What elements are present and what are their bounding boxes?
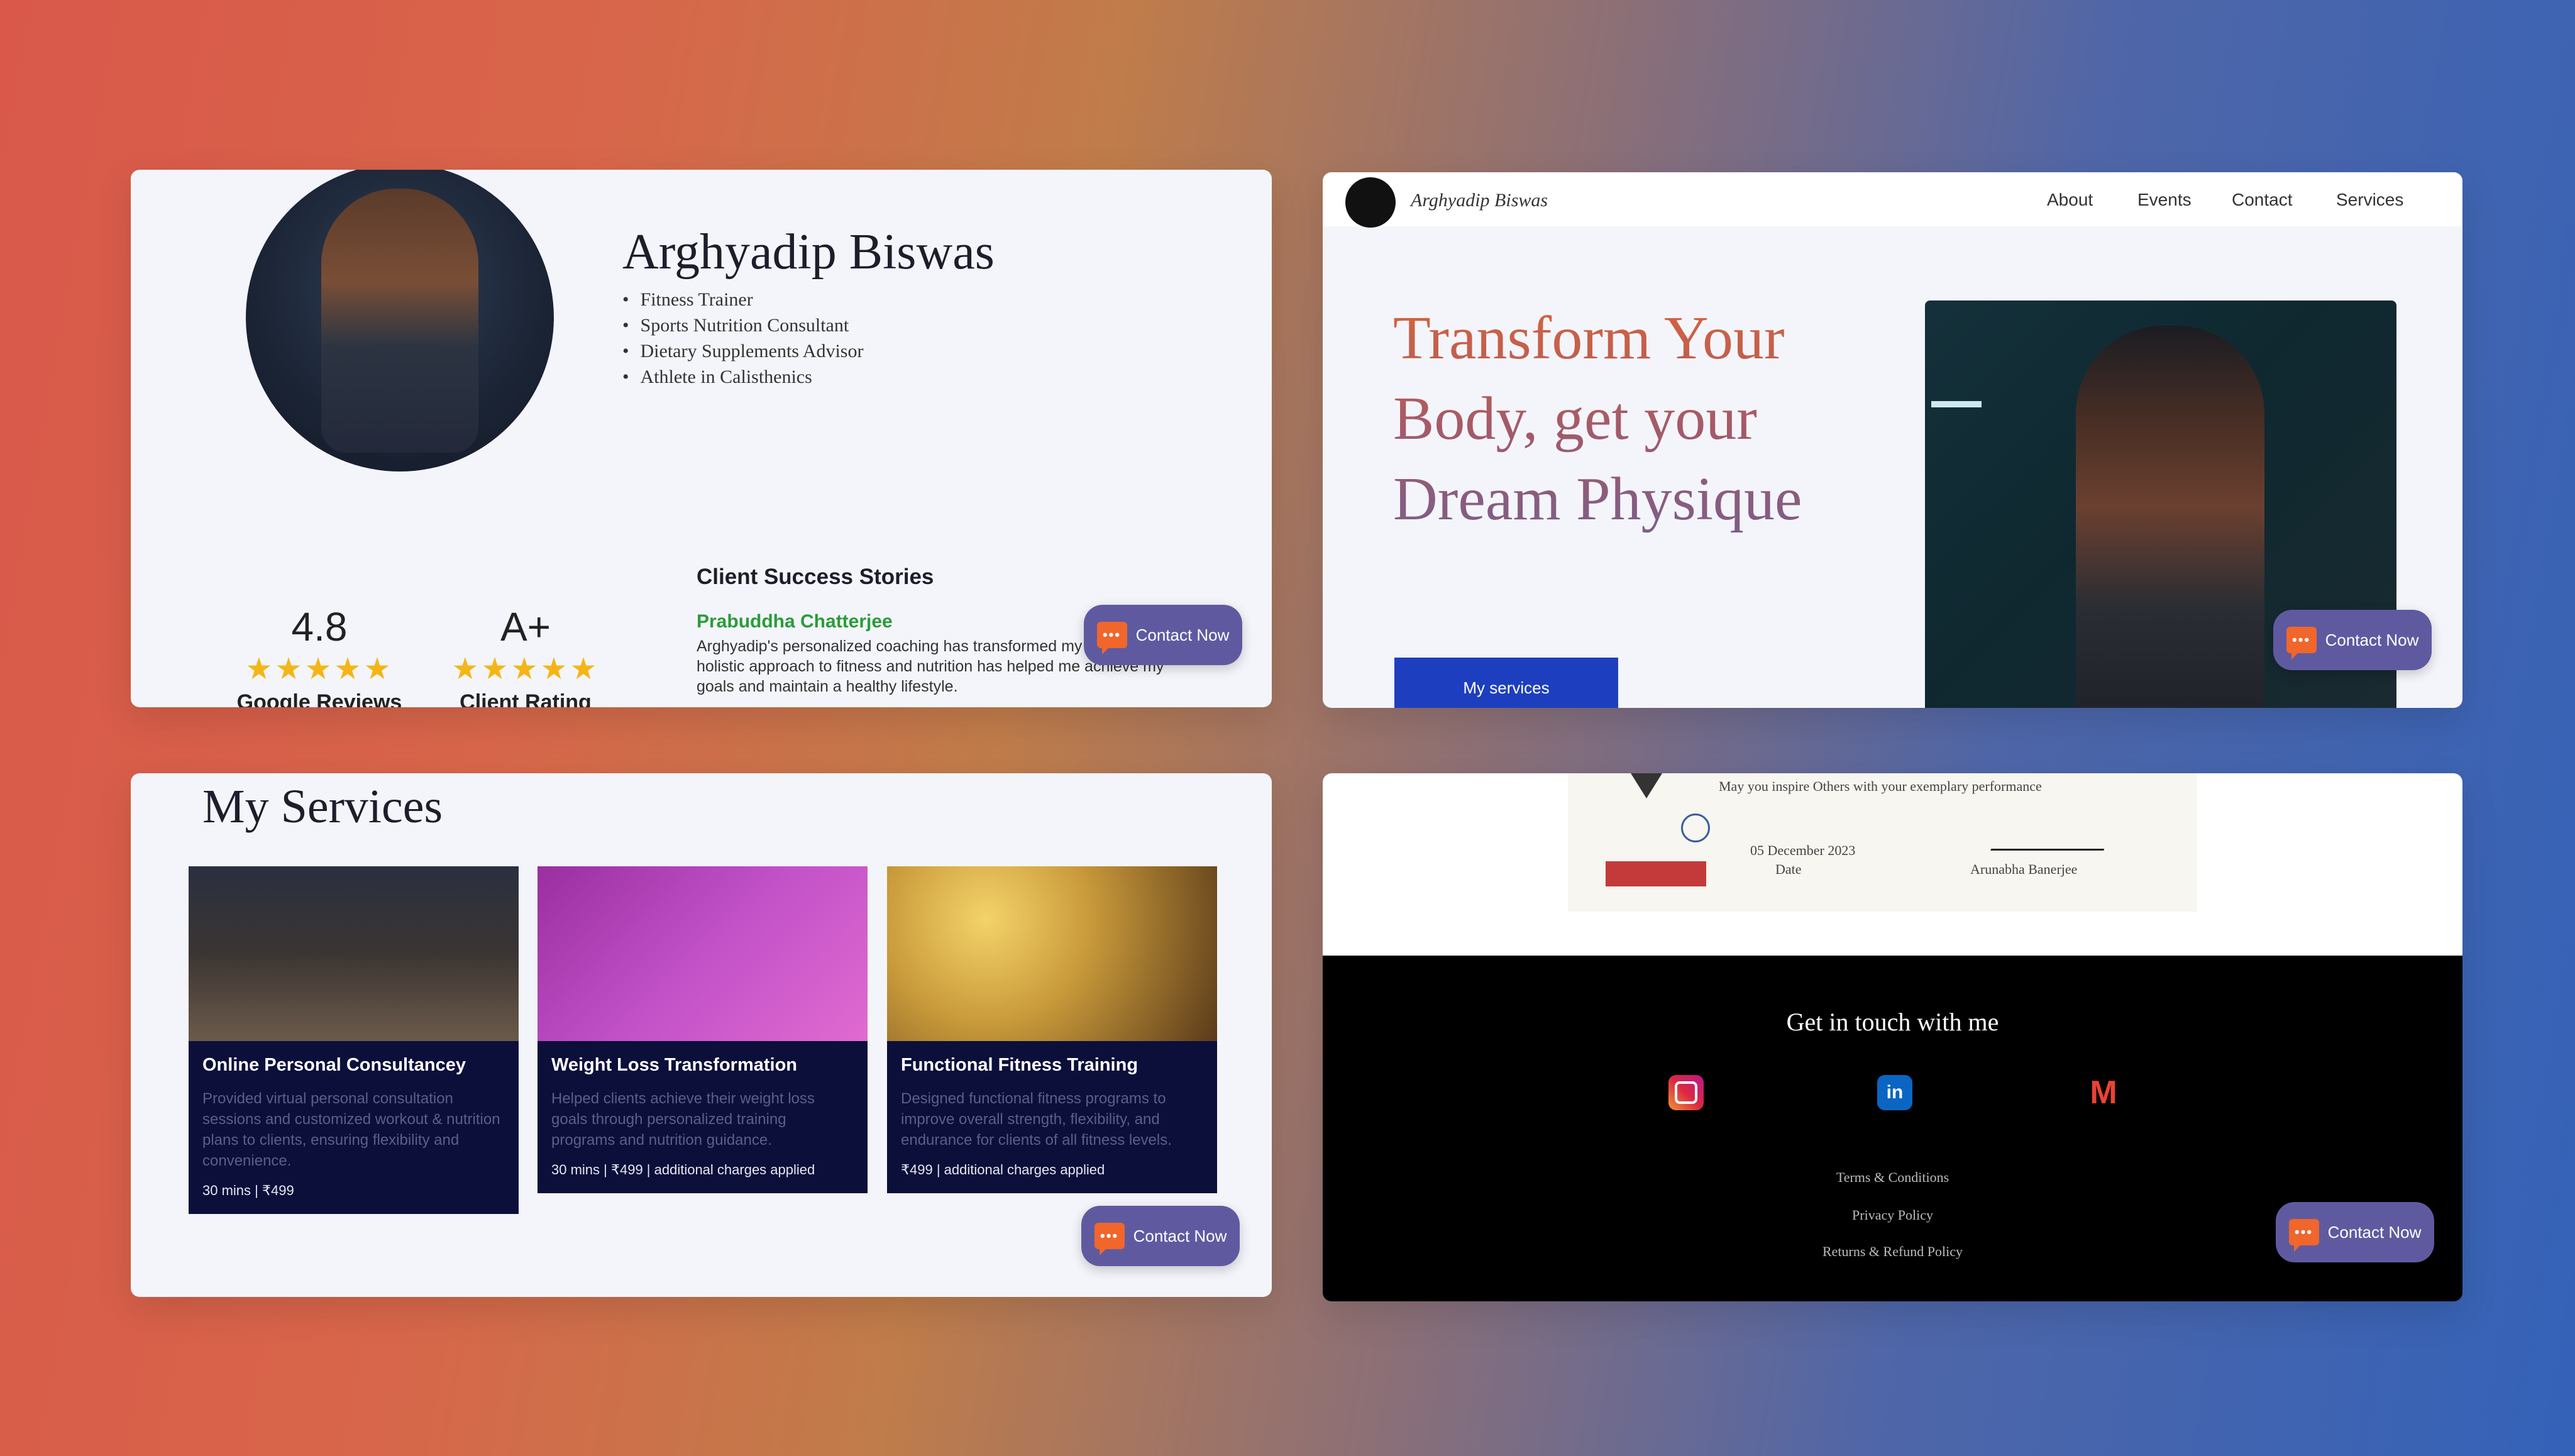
brand-name[interactable]: Arghyadip Biswas xyxy=(1411,190,1548,211)
role-item: Fitness Trainer xyxy=(622,287,863,312)
linkedin-icon[interactable]: in xyxy=(1877,1075,1912,1110)
certificate-message: May you inspire Others with your exempla… xyxy=(1719,778,2042,794)
service-meta: 30 mins | ₹499 | additional charges appl… xyxy=(551,1162,815,1177)
trainer-photo xyxy=(321,189,478,453)
contact-now-button[interactable]: ••• Contact Now xyxy=(1084,605,1242,665)
certificate-area: May you inspire Others with your exempla… xyxy=(1323,773,2462,956)
nav-link-services[interactable]: Services xyxy=(2336,190,2403,210)
contact-now-label: Contact Now xyxy=(2327,1222,2422,1242)
service-title: Weight Loss Transformation xyxy=(551,1055,798,1075)
rating-value: 4.8 xyxy=(291,604,348,649)
service-meta: 30 mins | ₹499 xyxy=(202,1183,294,1198)
contact-now-label: Contact Now xyxy=(1133,1226,1227,1245)
about-panel: Arghyadip Biswas Fitness Trainer Sports … xyxy=(131,170,1272,707)
contact-now-button[interactable]: ••• Contact Now xyxy=(2273,610,2432,670)
footer-title: Get in touch with me xyxy=(1786,1008,1999,1036)
chat-icon: ••• xyxy=(2286,627,2317,659)
trainer-name: Arghyadip Biswas xyxy=(622,224,995,280)
chat-icon: ••• xyxy=(1094,1223,1125,1255)
nav-link-about[interactable]: About xyxy=(2047,190,2093,210)
seal-icon xyxy=(1681,813,1710,842)
chat-icon: ••• xyxy=(2288,1219,2319,1252)
certificate-date-label: Date xyxy=(1775,861,1802,877)
contact-now-label: Contact Now xyxy=(1135,625,1230,644)
instagram-icon[interactable] xyxy=(1668,1075,1704,1110)
contact-now-button[interactable]: ••• Contact Now xyxy=(2276,1202,2434,1262)
stories-title: Client Success Stories xyxy=(697,565,934,589)
hero-panel: Arghyadip Biswas About Events Contact Se… xyxy=(1323,172,2462,708)
service-image xyxy=(538,866,868,1041)
service-image xyxy=(189,866,519,1041)
my-services-button[interactable]: My services xyxy=(1394,658,1618,708)
service-title: Functional Fitness Training xyxy=(901,1055,1139,1075)
certificate-date: 05 December 2023 xyxy=(1750,842,1856,858)
service-card[interactable]: Weight Loss Transformation Helped client… xyxy=(538,866,868,1193)
star-icons: ★★★★★ xyxy=(451,653,600,686)
certificate-signer: Arunabha Banerjee xyxy=(1970,861,2078,877)
service-title: Online Personal Consultancey xyxy=(202,1055,466,1075)
terms-link[interactable]: Terms & Conditions xyxy=(1323,1169,2462,1186)
service-meta: ₹499 | additional charges applied xyxy=(901,1162,1105,1177)
role-item: Athlete in Calisthenics xyxy=(622,364,863,390)
certificate-emblem xyxy=(1631,773,1662,798)
service-image xyxy=(887,866,1217,1041)
rating-label: Client Rating xyxy=(460,690,592,707)
nav-bar: Arghyadip Biswas About Events Contact Se… xyxy=(1323,172,2462,228)
nav-link-events[interactable]: Events xyxy=(2137,190,2192,210)
nav-link-contact[interactable]: Contact xyxy=(2232,190,2293,210)
service-card[interactable]: Functional Fitness Training Designed fun… xyxy=(887,866,1217,1193)
contact-now-button[interactable]: ••• Contact Now xyxy=(1081,1206,1240,1266)
contact-now-label: Contact Now xyxy=(2325,630,2419,649)
logo-icon[interactable] xyxy=(1345,177,1396,228)
rating-value: A+ xyxy=(500,604,551,649)
lamp-decoration xyxy=(1931,401,1982,407)
gmail-icon[interactable]: M xyxy=(2086,1074,2121,1111)
story-author: Prabuddha Chatterjee xyxy=(697,611,893,632)
service-description: Designed functional fitness programs to … xyxy=(901,1090,1172,1149)
trainer-figure xyxy=(2076,326,2264,708)
role-item: Dietary Supplements Advisor xyxy=(622,338,864,364)
hero-title: Transform Your Body, get your Dream Phys… xyxy=(1393,298,1846,539)
certificate: May you inspire Others with your exempla… xyxy=(1568,773,2197,912)
services-title: My Services xyxy=(202,780,443,833)
badge-icon xyxy=(1606,861,1706,886)
chat-icon: ••• xyxy=(1096,622,1127,654)
footer-panel: May you inspire Others with your exempla… xyxy=(1323,773,2462,1301)
role-item: Sports Nutrition Consultant xyxy=(622,312,863,338)
rating-label: Google Reviews xyxy=(236,690,402,707)
service-description: Provided virtual personal consultation s… xyxy=(202,1090,500,1169)
service-card[interactable]: Online Personal Consultancey Provided vi… xyxy=(189,866,519,1214)
role-list: Fitness Trainer Sports Nutrition Consult… xyxy=(622,287,864,390)
star-icons: ★★★★★ xyxy=(245,653,394,686)
service-description: Helped clients achieve their weight loss… xyxy=(551,1090,815,1149)
profile-avatar xyxy=(246,170,554,472)
services-panel: My Services Online Personal Consultancey… xyxy=(131,773,1272,1297)
signature-image xyxy=(1990,824,2114,851)
